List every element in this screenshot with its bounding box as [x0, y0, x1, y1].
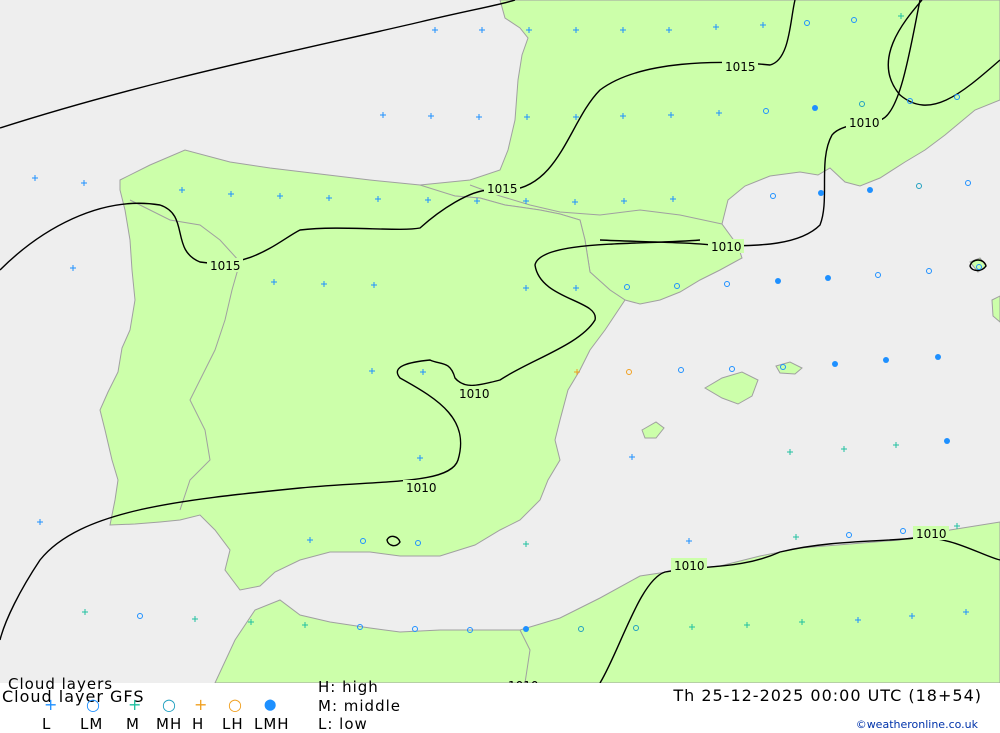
legend-label-lm: LM	[80, 715, 104, 733]
isobar-label: 1010	[711, 240, 742, 254]
legend-key-high: H: high	[318, 678, 379, 696]
copyright-link[interactable]: ©weatheronline.co.uk	[856, 718, 978, 731]
legend-label-lh: LH	[222, 715, 244, 733]
legend-symbol-lm-icon: ○	[86, 695, 100, 714]
legend-key-low: L: low	[318, 715, 368, 733]
legend-symbol-l-icon: +	[44, 695, 58, 714]
legend-label-mh: MH	[156, 715, 183, 733]
legend-key-middle: M: middle	[318, 697, 401, 715]
legend-symbol-mh-icon: ○	[162, 695, 176, 714]
isobar-label: 1010	[459, 387, 490, 401]
isobar-label: 1010	[849, 116, 880, 130]
legend-symbol-m-icon: +	[128, 695, 142, 714]
forecast-datetime: Th 25-12-2025 00:00 UTC (18+54)	[673, 686, 982, 705]
isobar-label: 1015	[210, 259, 241, 273]
legend-label-h: H	[192, 715, 205, 733]
legend-bar: Cloud layers Cloud layer GFS + L ○ LM + M ○ MH +…	[0, 675, 1000, 733]
isobar-label: 1010	[406, 481, 437, 495]
cloud-layers-map: 1015 1015 1015 1010 1010 1010 1010 1010 …	[0, 0, 1000, 683]
legend-symbol-h-icon: +	[194, 695, 208, 714]
isobar-label: 1010	[674, 559, 705, 573]
isobar-label: 1015	[487, 182, 518, 196]
legend-label-l: L	[42, 715, 52, 733]
legend-symbol-lmh-icon: ⬤	[264, 698, 277, 711]
legend-symbol-lh-icon: ○	[228, 695, 242, 714]
isobar-label: 1010	[916, 527, 947, 541]
legend-label-m: M	[126, 715, 140, 733]
legend-label-lmh: LMH	[254, 715, 290, 733]
legend-title-main: Cloud layer GFS	[2, 687, 145, 706]
isobar-label: 1015	[725, 60, 756, 74]
